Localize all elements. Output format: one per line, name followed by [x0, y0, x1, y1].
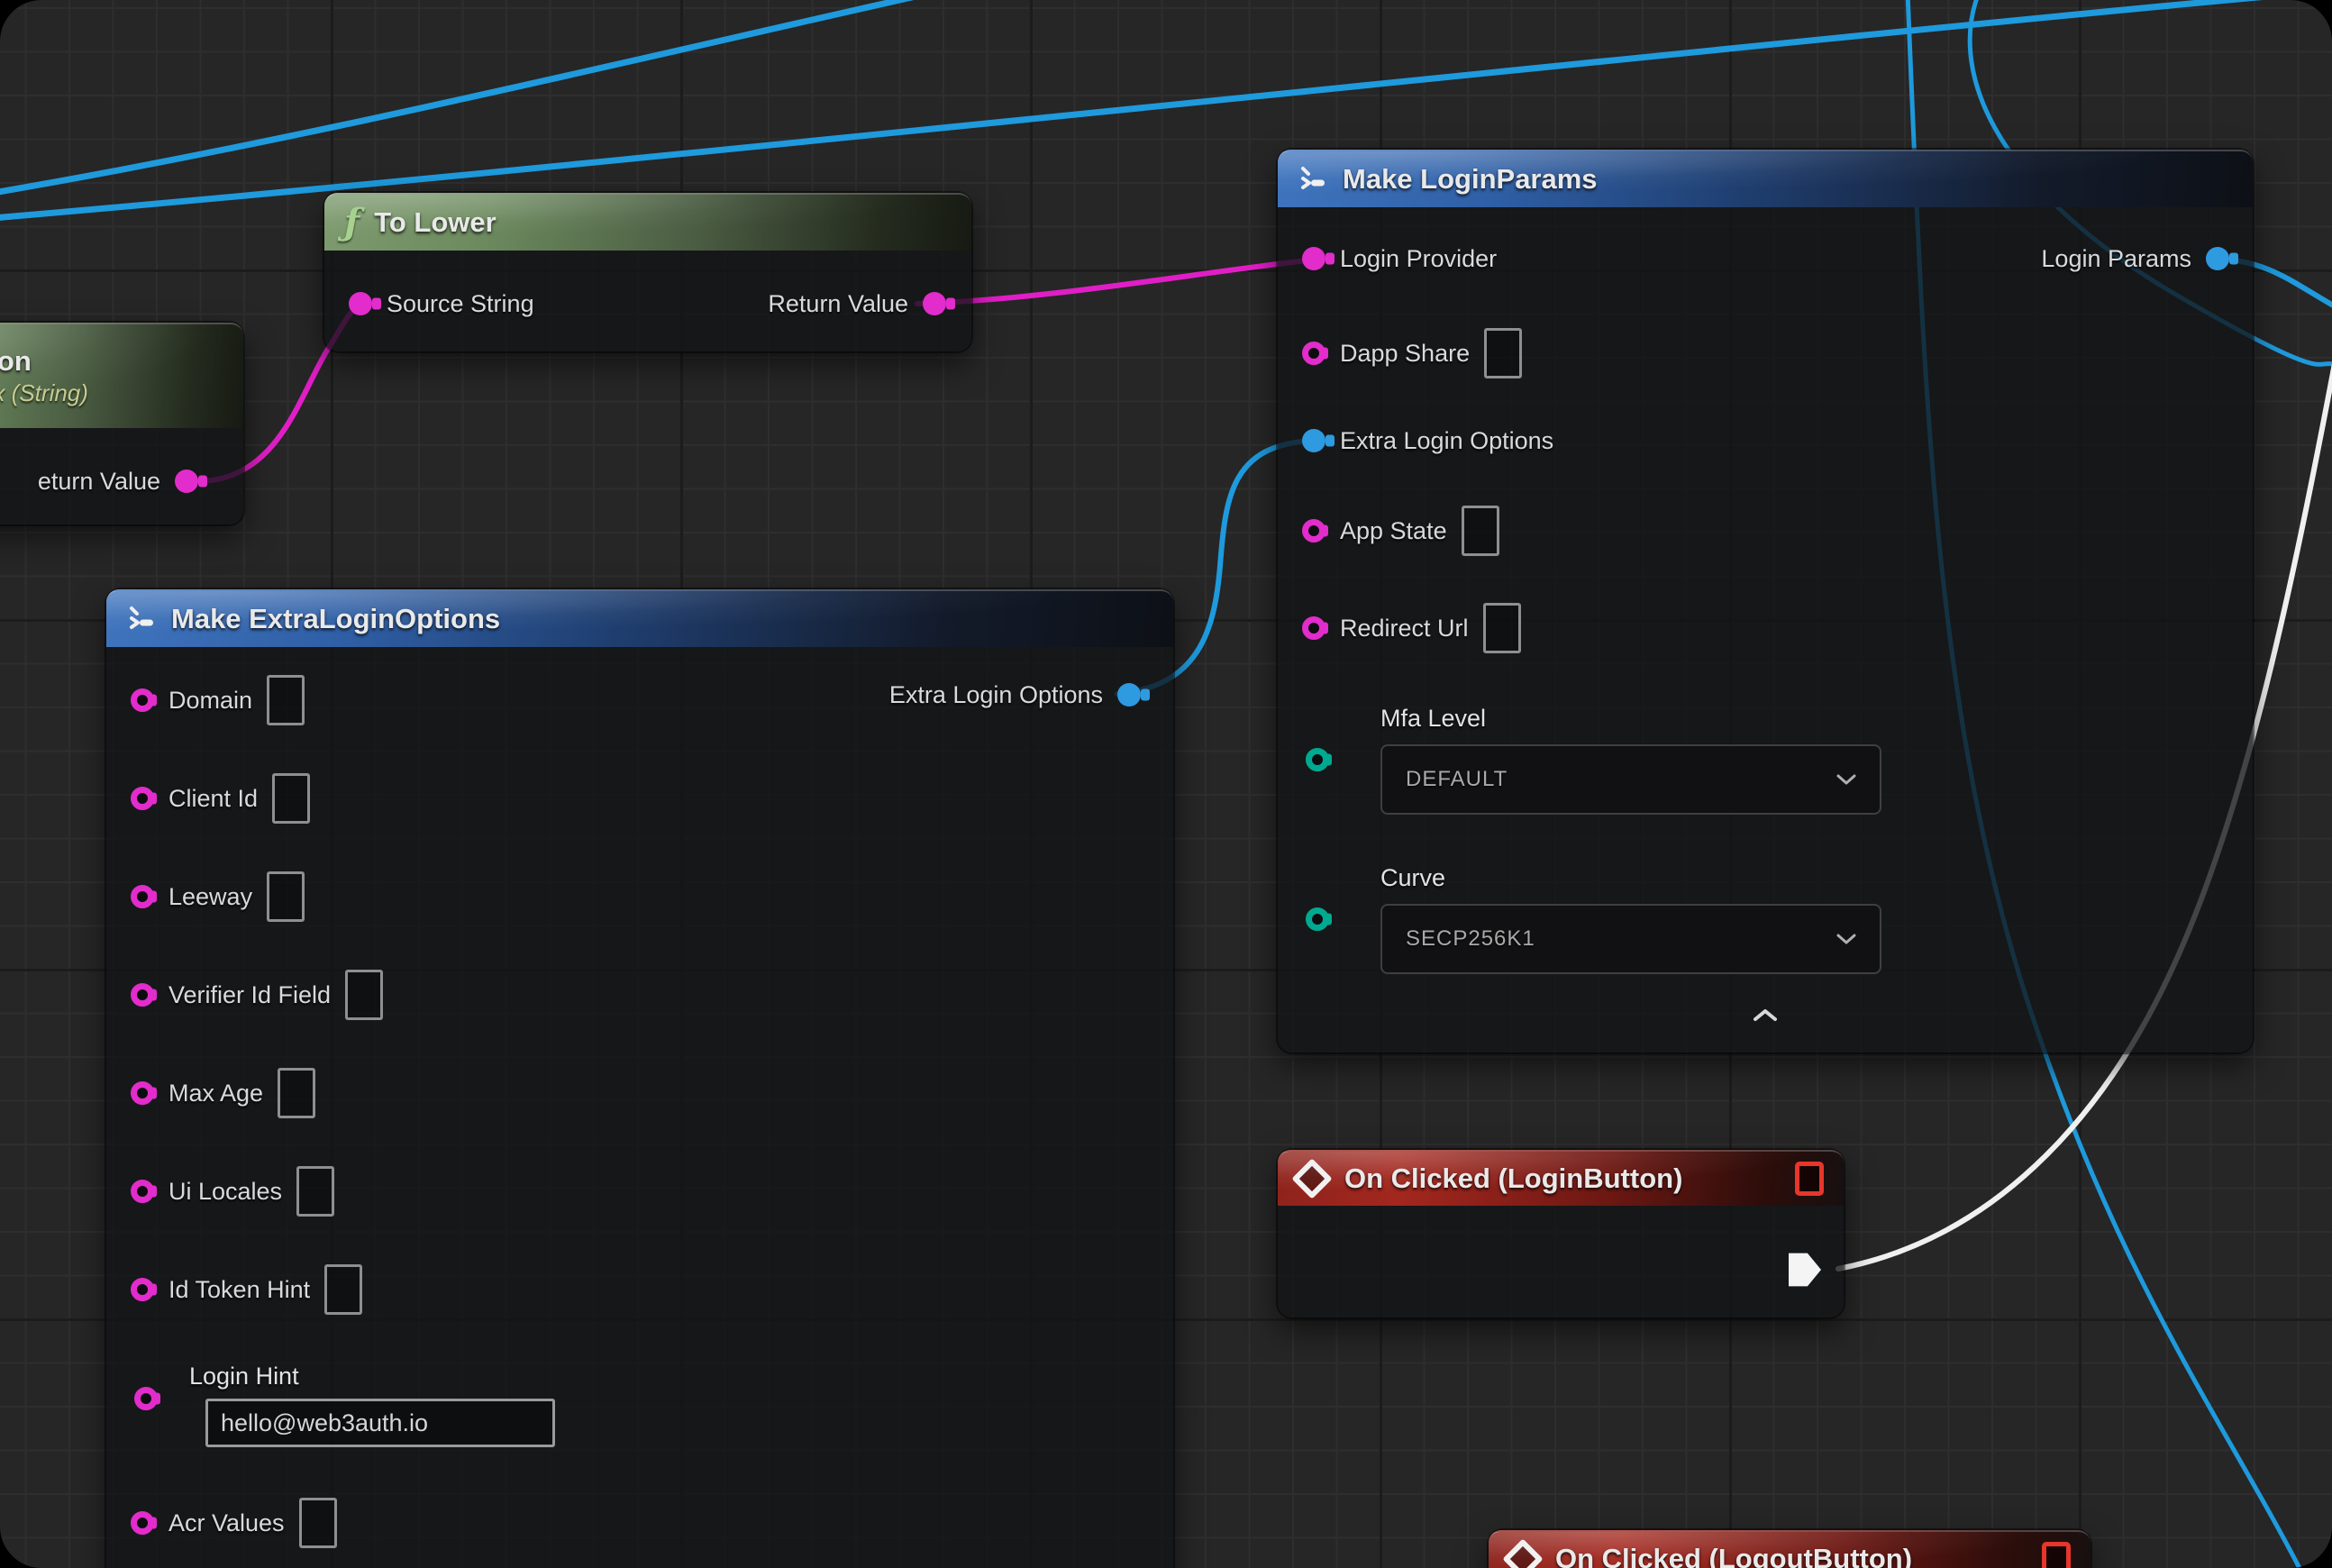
collapse-advanced-chevron-icon[interactable]	[1752, 1007, 1779, 1022]
widget-binding-icon	[2042, 1542, 2071, 1568]
mfa-level-label: Mfa Level	[1380, 705, 1486, 733]
node-to-lower[interactable]: ƒ To Lower Source String Return Value	[324, 193, 971, 351]
ui-locales-pin[interactable]	[131, 1180, 154, 1203]
acr-values-label: Acr Values	[169, 1509, 285, 1537]
return-value-pin[interactable]	[923, 292, 946, 315]
curve-pin[interactable]	[1306, 907, 1329, 931]
domain-value-box[interactable]	[267, 675, 305, 725]
curve-value: SECP256K1	[1406, 926, 1535, 952]
return-value-pin[interactable]	[175, 469, 198, 493]
node-title: On Clicked (LogoutButton)	[1555, 1543, 1912, 1568]
dapp-share-value-box[interactable]	[1484, 328, 1522, 378]
ui-locales-label: Ui Locales	[169, 1178, 282, 1206]
curve-label: Curve	[1380, 864, 1445, 892]
login-hint-pin[interactable]	[134, 1387, 158, 1410]
verifier-id-field-label: Verifier Id Field	[169, 981, 331, 1009]
event-diamond-icon	[1291, 1158, 1332, 1199]
login-provider-pin[interactable]	[1302, 247, 1325, 270]
domain-label: Domain	[169, 687, 252, 715]
id-token-hint-label: Id Token Hint	[169, 1276, 310, 1304]
node-subtitle-fragment: ox (String)	[0, 379, 88, 407]
blueprint-graph-canvas[interactable]: tion ox (String) eturn Value ƒ To Lower …	[0, 0, 2332, 1568]
extra-login-options-in-label: Extra Login Options	[1340, 427, 1553, 455]
node-title: Make LoginParams	[1343, 163, 1598, 196]
id-token-hint-pin[interactable]	[131, 1278, 154, 1301]
app-state-label: App State	[1340, 517, 1447, 545]
exec-output-pin[interactable]	[1789, 1252, 1821, 1288]
acr-values-pin[interactable]	[131, 1511, 154, 1535]
function-icon: ƒ	[344, 205, 360, 241]
make-struct-icon	[1298, 164, 1328, 195]
login-params-out-label: Login Params	[2041, 245, 2191, 273]
curve-dropdown[interactable]: SECP256K1	[1380, 904, 1881, 974]
login-provider-label: Login Provider	[1340, 245, 1497, 273]
mfa-level-value: DEFAULT	[1406, 767, 1508, 792]
source-string-label: Source String	[387, 290, 534, 318]
node-title: Make ExtraLoginOptions	[171, 603, 500, 635]
dapp-share-label: Dapp Share	[1340, 340, 1470, 368]
login-params-out-pin[interactable]	[2206, 247, 2229, 270]
make-struct-icon	[126, 604, 157, 634]
node-make-extra-login-options[interactable]: Make ExtraLoginOptions Domain Client Id …	[106, 589, 1173, 1568]
client-id-label: Client Id	[169, 785, 258, 813]
extra-login-options-out-pin[interactable]	[1117, 683, 1141, 707]
wire-blue-topleft-steep[interactable]	[0, 0, 948, 193]
login-hint-label: Login Hint	[189, 1363, 299, 1390]
return-value-label: eturn Value	[38, 468, 160, 496]
redirect-url-value-box[interactable]	[1483, 603, 1521, 653]
app-state-value-box[interactable]	[1462, 506, 1499, 556]
node-title: To Lower	[374, 206, 496, 239]
app-state-pin[interactable]	[1302, 519, 1325, 542]
chevron-down-icon	[1836, 934, 1856, 944]
node-title: On Clicked (LoginButton)	[1344, 1162, 1682, 1195]
source-string-pin[interactable]	[349, 292, 372, 315]
max-age-label: Max Age	[169, 1080, 263, 1108]
domain-pin[interactable]	[131, 688, 154, 712]
event-diamond-icon	[1502, 1538, 1543, 1568]
client-id-value-box[interactable]	[272, 773, 310, 824]
extra-login-options-out-label: Extra Login Options	[889, 681, 1103, 709]
leeway-label: Leeway	[169, 883, 252, 911]
node-on-clicked-logout-button[interactable]: On Clicked (LogoutButton)	[1489, 1530, 2091, 1568]
verifier-id-field-value-box[interactable]	[345, 970, 383, 1020]
widget-binding-icon	[1795, 1162, 1824, 1196]
leeway-pin[interactable]	[131, 885, 154, 908]
node-make-login-params[interactable]: Make LoginParams Login Provider Dapp Sha…	[1278, 150, 2253, 1053]
dapp-share-pin[interactable]	[1302, 342, 1325, 365]
max-age-pin[interactable]	[131, 1081, 154, 1105]
return-value-label: Return Value	[768, 290, 908, 318]
acr-values-value-box[interactable]	[299, 1498, 337, 1548]
mfa-level-pin[interactable]	[1306, 748, 1329, 771]
node-title-fragment: tion	[0, 345, 32, 378]
verifier-id-field-pin[interactable]	[131, 983, 154, 1007]
max-age-value-box[interactable]	[278, 1068, 315, 1118]
node-partial-function[interactable]: tion ox (String) eturn Value	[0, 323, 243, 524]
wire-magenta-tolower-to-provider[interactable]	[917, 260, 1316, 304]
id-token-hint-value-box[interactable]	[324, 1264, 362, 1315]
mfa-level-dropdown[interactable]: DEFAULT	[1380, 744, 1881, 815]
redirect-url-label: Redirect Url	[1340, 615, 1469, 643]
ui-locales-value-box[interactable]	[296, 1166, 334, 1217]
redirect-url-pin[interactable]	[1302, 616, 1325, 640]
node-on-clicked-login-button[interactable]: On Clicked (LoginButton)	[1278, 1150, 1844, 1317]
leeway-value-box[interactable]	[267, 871, 305, 922]
chevron-down-icon	[1836, 774, 1856, 785]
login-hint-input[interactable]	[205, 1399, 555, 1447]
extra-login-options-in-pin[interactable]	[1302, 429, 1325, 452]
client-id-pin[interactable]	[131, 787, 154, 810]
